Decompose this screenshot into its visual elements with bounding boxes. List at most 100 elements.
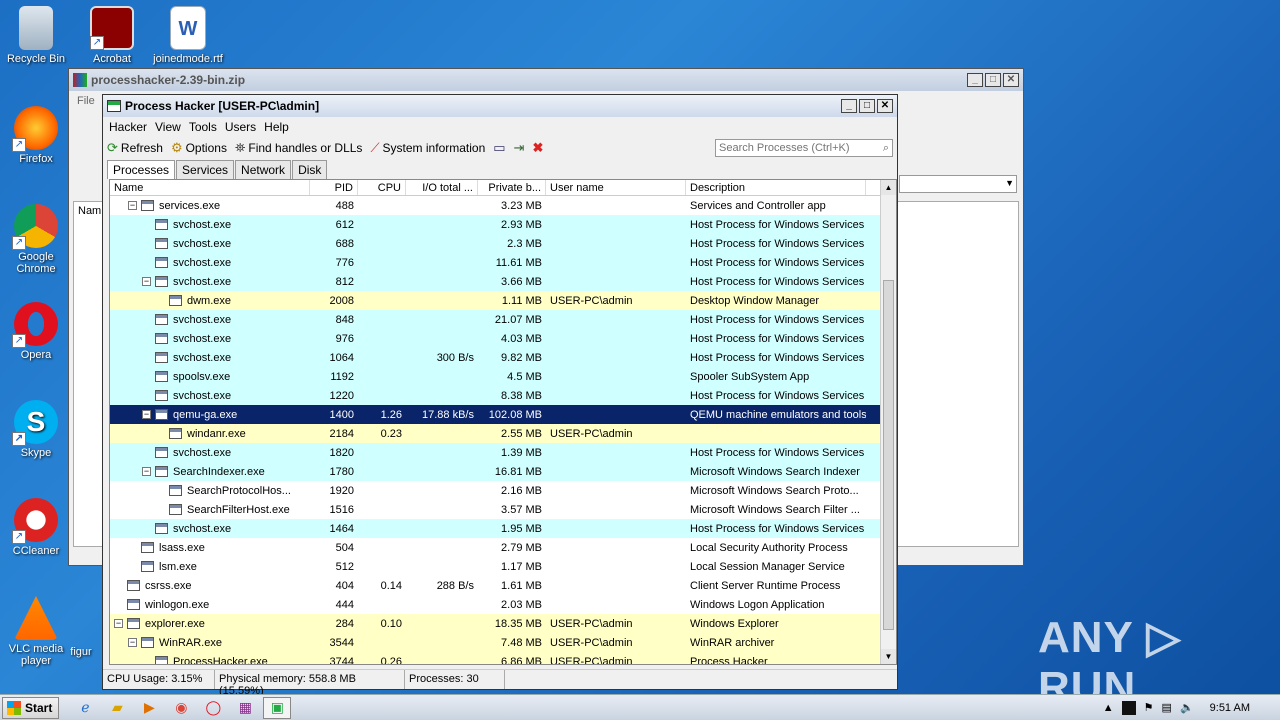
desktop-icon-rtf[interactable]: W joinedmode.rtf bbox=[152, 6, 224, 65]
menu-hacker[interactable]: Hacker bbox=[107, 120, 153, 134]
network-icon[interactable]: ▤ bbox=[1162, 701, 1172, 714]
process-row[interactable]: lsm.exe 512 1.17 MB Local Session Manager S… bbox=[110, 557, 896, 576]
process-row[interactable]: windanr.exe 2184 0.23 2.55 MB USER-PC\admin bbox=[110, 424, 896, 443]
window-go-icon[interactable]: ⇥ bbox=[514, 140, 525, 156]
flag-icon[interactable]: ⚑ bbox=[1144, 701, 1154, 714]
column-name[interactable]: Name bbox=[110, 180, 310, 195]
refresh-button[interactable]: ⟳ Refresh bbox=[107, 140, 163, 156]
tray-expand-icon[interactable]: ▲ bbox=[1103, 702, 1114, 714]
process-row[interactable]: csrss.exe 404 0.14 288 B/s 1.61 MB Client Ser… bbox=[110, 576, 896, 595]
volume-icon[interactable]: 🔈 bbox=[1180, 701, 1194, 714]
desktop-icon-recycle-bin[interactable]: Recycle Bin bbox=[0, 6, 72, 65]
scroll-down-icon[interactable]: ▼ bbox=[881, 649, 896, 664]
find-handles-button[interactable]: ⛯ Find handles or DLLs bbox=[235, 140, 362, 156]
collapse-icon[interactable]: − bbox=[114, 619, 123, 628]
desktop-icon-figure[interactable]: figur bbox=[56, 646, 106, 658]
tab-services[interactable]: Services bbox=[176, 160, 235, 179]
column-io-total[interactable]: I/O total ... bbox=[406, 180, 478, 195]
process-row[interactable]: winlogon.exe 444 2.03 MB Windows Logon Appl… bbox=[110, 595, 896, 614]
process-row[interactable]: svchost.exe 776 11.61 MB Host Process for W… bbox=[110, 253, 896, 272]
process-name: winlogon.exe bbox=[145, 598, 210, 611]
collapse-icon[interactable]: − bbox=[142, 277, 151, 286]
column-user-name[interactable]: User name bbox=[546, 180, 686, 195]
process-row[interactable]: lsass.exe 504 2.79 MB Local Security Author… bbox=[110, 538, 896, 557]
process-row[interactable]: svchost.exe 1464 1.95 MB Host Process for W… bbox=[110, 519, 896, 538]
process-row[interactable]: svchost.exe 1220 8.38 MB Host Process for W… bbox=[110, 386, 896, 405]
menu-view[interactable]: View bbox=[153, 120, 187, 134]
process-row[interactable]: dwm.exe 2008 1.11 MB USER-PC\admin Desktop W… bbox=[110, 291, 896, 310]
clock[interactable]: 9:51 AM bbox=[1210, 702, 1250, 714]
close-button[interactable]: ✕ bbox=[877, 99, 893, 113]
maximize-button[interactable]: □ bbox=[859, 99, 875, 113]
scroll-up-icon[interactable]: ▲ bbox=[881, 180, 896, 195]
process-name-cell: ProcessHacker.exe bbox=[110, 656, 310, 664]
process-hacker-taskbar-icon[interactable]: ▣ bbox=[263, 696, 292, 719]
chrome-taskbar-icon[interactable]: ◉ bbox=[167, 697, 195, 719]
desktop-icon-chrome[interactable]: ↗ Google Chrome bbox=[0, 204, 72, 275]
vertical-scrollbar[interactable]: ▲ ▼ bbox=[880, 180, 896, 664]
desktop-icon-opera[interactable]: ↗ Opera bbox=[0, 302, 72, 361]
minimize-button[interactable]: _ bbox=[841, 99, 857, 113]
collapse-icon[interactable]: − bbox=[128, 201, 137, 210]
ph-titlebar[interactable]: Process Hacker [USER-PC\admin] _ □ ✕ bbox=[103, 95, 897, 117]
winrar-address-dropdown[interactable]: ▼ bbox=[899, 175, 1017, 193]
recycle-bin-icon bbox=[19, 6, 53, 50]
opera-taskbar-icon[interactable]: ◯ bbox=[199, 697, 227, 719]
process-row[interactable]: svchost.exe 848 21.07 MB Host Process for W… bbox=[110, 310, 896, 329]
process-row[interactable]: svchost.exe 612 2.93 MB Host Process for Wi… bbox=[110, 215, 896, 234]
winrar-taskbar-icon[interactable]: ▦ bbox=[231, 697, 259, 719]
maximize-button[interactable]: □ bbox=[985, 73, 1001, 87]
menu-help[interactable]: Help bbox=[262, 120, 295, 134]
winrar-titlebar[interactable]: processhacker-2.39-bin.zip _ □ ✕ bbox=[69, 69, 1023, 91]
media-player-taskbar-icon[interactable]: ▶ bbox=[135, 697, 163, 719]
window-icon[interactable]: ▭ bbox=[493, 140, 505, 156]
search-input[interactable] bbox=[719, 142, 869, 154]
desktop-icon-acrobat[interactable]: ↗ Acrobat bbox=[76, 6, 148, 65]
process-row[interactable]: − qemu-ga.exe 1400 1.26 17.88 kB/s 102.08 MB Q… bbox=[110, 405, 896, 424]
tray-app-icon[interactable] bbox=[1121, 700, 1136, 715]
column-description[interactable]: Description bbox=[686, 180, 866, 195]
desktop-icon-firefox[interactable]: ↗ Firefox bbox=[0, 106, 72, 165]
collapse-icon[interactable]: − bbox=[142, 410, 151, 419]
menu-tools[interactable]: Tools bbox=[187, 120, 223, 134]
column-private-bytes[interactable]: Private b... bbox=[478, 180, 546, 195]
process-row[interactable]: − explorer.exe 284 0.10 18.35 MB USER-PC\admi… bbox=[110, 614, 896, 633]
process-icon bbox=[155, 371, 168, 382]
system-information-button[interactable]: ⟋ System information bbox=[370, 140, 485, 156]
desktop-icon-skype[interactable]: S ↗ Skype bbox=[0, 400, 72, 459]
collapse-icon[interactable]: − bbox=[128, 638, 137, 647]
process-row[interactable]: svchost.exe 976 4.03 MB Host Process for Wi… bbox=[110, 329, 896, 348]
process-row[interactable]: spoolsv.exe 1192 4.5 MB Spooler SubSystem A… bbox=[110, 367, 896, 386]
terminate-icon[interactable]: ✖ bbox=[532, 140, 543, 156]
process-row[interactable]: SearchFilterHost.exe 1516 3.57 MB Microsoft… bbox=[110, 500, 896, 519]
scroll-thumb[interactable] bbox=[883, 280, 894, 630]
column-cpu[interactable]: CPU bbox=[358, 180, 406, 195]
search-processes-field[interactable]: ⌕ bbox=[715, 139, 893, 157]
tab-network[interactable]: Network bbox=[235, 160, 292, 179]
process-row[interactable]: − svchost.exe 812 3.66 MB Host Process for W… bbox=[110, 272, 896, 291]
minimize-button[interactable]: _ bbox=[967, 73, 983, 87]
process-row[interactable]: svchost.exe 1820 1.39 MB Host Process for W… bbox=[110, 443, 896, 462]
column-pid[interactable]: PID bbox=[310, 180, 358, 195]
process-hacker-window[interactable]: Process Hacker [USER-PC\admin] _ □ ✕ Hac… bbox=[102, 94, 898, 697]
process-tree[interactable]: Name PID CPU I/O total ... Private b... … bbox=[109, 179, 897, 665]
process-name-cell: spoolsv.exe bbox=[110, 371, 310, 383]
process-desc-cell: WinRAR archiver bbox=[690, 636, 775, 649]
tab-disk[interactable]: Disk bbox=[292, 160, 328, 179]
process-row[interactable]: − WinRAR.exe 3544 7.48 MB USER-PC\admin WinRA… bbox=[110, 633, 896, 652]
collapse-icon[interactable]: − bbox=[142, 467, 151, 476]
process-row[interactable]: svchost.exe 1064 300 B/s 9.82 MB Host Proces… bbox=[110, 348, 896, 367]
process-row[interactable]: ProcessHacker.exe 3744 0.26 6.86 MB USER-PC\… bbox=[110, 652, 896, 664]
explorer-taskbar-icon[interactable]: ▰ bbox=[103, 697, 131, 719]
process-row[interactable]: SearchProtocolHos... 1920 2.16 MB Microsoft… bbox=[110, 481, 896, 500]
close-button[interactable]: ✕ bbox=[1003, 73, 1019, 87]
ie-taskbar-icon[interactable]: ℯ bbox=[71, 697, 99, 719]
menu-users[interactable]: Users bbox=[223, 120, 262, 134]
options-button[interactable]: ⚙ Options bbox=[171, 140, 227, 156]
tab-processes[interactable]: Processes bbox=[107, 160, 176, 179]
process-row[interactable]: − SearchIndexer.exe 1780 16.81 MB Microsoft … bbox=[110, 462, 896, 481]
desktop-icon-ccleaner[interactable]: ↗ CCleaner bbox=[0, 498, 72, 557]
process-row[interactable]: − services.exe 488 3.23 MB Services and Cont… bbox=[110, 196, 896, 215]
process-row[interactable]: svchost.exe 688 2.3 MB Host Process for Win… bbox=[110, 234, 896, 253]
start-button[interactable]: Start bbox=[2, 696, 60, 719]
